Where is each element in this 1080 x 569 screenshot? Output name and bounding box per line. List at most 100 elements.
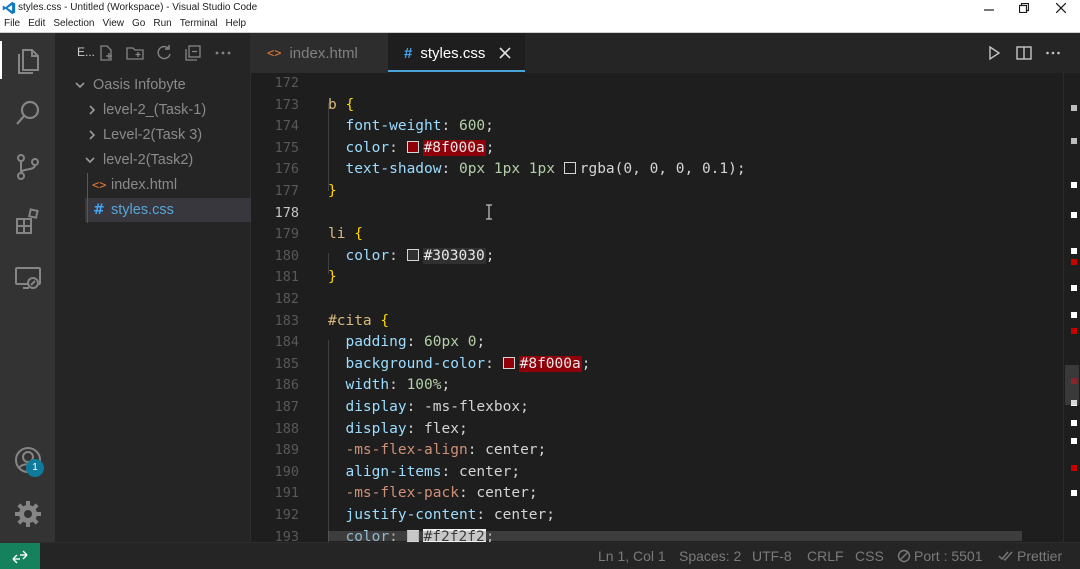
color-swatch[interactable]	[406, 248, 419, 261]
code-line: 176 text-shadow: 0px 1px 1px rgba(0, 0, …	[251, 159, 1080, 181]
color-swatch[interactable]	[563, 162, 576, 175]
menu-selection[interactable]: Selection	[53, 18, 94, 30]
code-token: :	[458, 485, 477, 502]
code-token: -ms-flex-pack	[328, 485, 459, 502]
source-control-button[interactable]	[11, 150, 45, 184]
overview-ruler-mark	[1071, 212, 1077, 218]
live-server-port-button[interactable]: Port : 5501	[897, 548, 983, 564]
explorer-button[interactable]	[11, 43, 45, 77]
code-token: ;	[476, 334, 486, 351]
prettier-button[interactable]: Prettier	[998, 548, 1062, 564]
code-text: li {	[328, 224, 363, 246]
window-title: styles.css - Untitled (Workspace) - Visu…	[18, 2, 258, 13]
tree-folder-level-2-task-1[interactable]: level-2_(Task-1)	[55, 98, 251, 122]
port-label: Port : 5501	[914, 548, 983, 564]
line-number: 185	[274, 355, 299, 372]
chevron-down-icon	[73, 73, 87, 97]
code-line: 181}	[251, 267, 1080, 289]
code-token: ;	[458, 420, 468, 437]
status-bar: Ln 1, Col 1 Spaces: 2 UTF-8 CRLF CSS Por…	[0, 542, 1080, 569]
code-line: 189 -ms-flex-align: center;	[251, 440, 1080, 462]
remote-indicator-button[interactable]	[0, 543, 40, 569]
overview-ruler[interactable]	[1063, 73, 1080, 542]
menu-run[interactable]: Run	[153, 18, 171, 30]
collapse-all-icon	[185, 45, 201, 61]
code-text: background-color: #8f000a;	[328, 354, 590, 376]
restore-button[interactable]	[1009, 0, 1039, 16]
code-token: }	[328, 269, 337, 286]
search-button[interactable]	[11, 96, 45, 130]
code-token: center	[493, 507, 547, 523]
overview-ruler-mark	[1071, 138, 1077, 144]
menu-terminal[interactable]: Terminal	[180, 18, 218, 30]
tree-item-label: Oasis Infobyte	[93, 77, 186, 93]
tree-file-styles-css[interactable]: # styles.css	[55, 198, 251, 222]
color-swatch[interactable]	[502, 356, 515, 369]
line-number: 189	[274, 442, 299, 459]
tab-styles-css[interactable]: # styles.css	[388, 33, 525, 73]
code-line: 183 #cita {	[251, 311, 1080, 333]
run-button[interactable]	[984, 43, 1004, 63]
overview-ruler-mark	[1071, 285, 1077, 291]
code-line: 182	[251, 289, 1080, 311]
close-icon	[1056, 3, 1066, 13]
menu-help[interactable]: Help	[226, 18, 247, 30]
tab-label: index.html	[289, 44, 358, 62]
editor-more-actions-button[interactable]	[1043, 43, 1063, 63]
overview-ruler-mark	[1071, 312, 1077, 318]
refresh-icon	[157, 45, 171, 60]
tree-file-index-html[interactable]: <> index.html	[55, 173, 251, 197]
color-swatch[interactable]	[406, 140, 419, 153]
explorer-header: E...	[55, 33, 251, 71]
line-number: 173	[274, 96, 299, 113]
tab-index-html[interactable]: <> index.html	[251, 33, 388, 73]
encoding-indicator[interactable]: UTF-8	[752, 548, 792, 564]
refresh-explorer-button[interactable]	[153, 42, 175, 64]
code-token: 0px 1px 1px	[458, 161, 564, 178]
close-window-button[interactable]	[1046, 0, 1076, 16]
eol-indicator[interactable]: CRLF	[807, 548, 844, 564]
menu-go[interactable]: Go	[132, 18, 145, 30]
language-mode-indicator[interactable]: CSS	[855, 548, 884, 564]
code-token: ;	[441, 377, 451, 394]
code-line: 185 background-color: #8f000a;	[251, 354, 1080, 376]
menu-view[interactable]: View	[103, 18, 125, 30]
code-text: -ms-flex-align: center;	[328, 440, 546, 462]
code-token: rgba(0, 0, 0, 0.1)	[579, 161, 737, 178]
tree-folder-oasis-infobyte[interactable]: Oasis Infobyte	[55, 73, 251, 97]
tree-item-label: level-2_(Task-1)	[103, 102, 207, 118]
more-actions-button[interactable]	[212, 42, 234, 64]
tab-label: styles.css	[420, 44, 486, 62]
minimize-button[interactable]	[974, 0, 1004, 16]
indentation-indicator[interactable]: Spaces: 2	[679, 548, 741, 564]
manage-button[interactable]	[11, 497, 45, 531]
new-folder-button[interactable]	[124, 42, 146, 64]
overview-ruler-mark	[1071, 259, 1077, 265]
code-editor[interactable]: 172 173 b {174 font-weight: 600; 175 color:…	[251, 73, 1080, 542]
tree-item-label: index.html	[111, 177, 178, 193]
menu-file[interactable]: File	[4, 18, 20, 30]
code-text: justify-content: center;	[328, 505, 555, 527]
new-file-button[interactable]	[95, 42, 117, 64]
code-token: :	[441, 463, 459, 480]
active-view-indicator	[0, 41, 2, 79]
code-token: :	[389, 247, 407, 264]
menu-edit[interactable]: Edit	[28, 18, 45, 30]
cursor-position-indicator[interactable]: Ln 1, Col 1	[598, 548, 666, 564]
menu-bar: File Edit Selection View Go Run Terminal Help	[4, 18, 246, 30]
tree-folder-level-2-task2[interactable]: level-2(Task2)	[55, 148, 251, 172]
code-token: :	[406, 334, 425, 351]
close-tab-button[interactable]	[497, 45, 513, 61]
overview-ruler-mark	[1071, 248, 1077, 254]
horizontal-scrollbar[interactable]	[328, 531, 1022, 541]
vertical-scrollbar-thumb[interactable]	[1065, 365, 1079, 405]
remote-explorer-button[interactable]	[11, 261, 45, 295]
code-token: center	[485, 442, 538, 459]
collapse-folders-button[interactable]	[182, 42, 204, 64]
line-number: 176	[274, 161, 299, 178]
tree-folder-level-2-task-3[interactable]: Level-2(Task 3)	[55, 123, 251, 147]
color-value: #8f000a	[422, 139, 486, 156]
extensions-button[interactable]	[11, 205, 45, 239]
line-number: 182	[274, 291, 299, 307]
split-editor-button[interactable]	[1014, 43, 1034, 63]
